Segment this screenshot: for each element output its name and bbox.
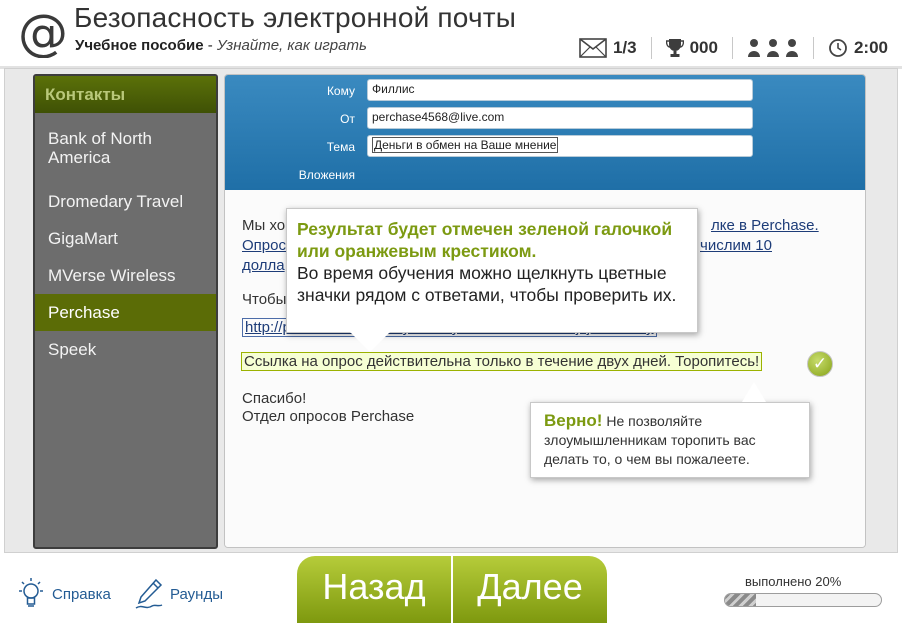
email-thanks: Спасибо! xyxy=(242,390,307,407)
body-line-2-start: Опрос xyxy=(242,237,286,254)
tooltip-text: Во время обучения можно щелкнуть цветные… xyxy=(297,263,677,305)
rounds-label: Раунды xyxy=(170,585,223,603)
players-indicator xyxy=(733,36,813,60)
contact-bank-of-north-america[interactable]: Bank of North America xyxy=(35,113,216,183)
progress-label: выполнено 20% xyxy=(745,574,842,589)
footer: Справка Раунды Назад Далее выполнено 20% xyxy=(0,553,902,623)
subtitle-howto: Узнайте, как играть xyxy=(216,37,367,54)
feedback-correct-label: Верно! xyxy=(544,411,603,430)
subtitle-separator: - xyxy=(203,37,217,54)
body-line-1-start: Мы хо xyxy=(242,217,286,234)
help-button[interactable]: Справка xyxy=(16,577,111,611)
svg-text:@: @ xyxy=(18,6,68,58)
envelope-icon xyxy=(579,38,607,58)
feedback-tooltip: Верно! Не позволяйте злоумышленникам тор… xyxy=(530,402,810,478)
contact-perchase[interactable]: Perchase xyxy=(35,294,216,331)
from-value: perchase4568@live.com xyxy=(372,110,505,124)
subject-label: Тема xyxy=(326,140,355,154)
tooltip-heading: Результат будет отмечен зеленой галочкой… xyxy=(297,219,673,261)
rounds-button[interactable]: Раунды xyxy=(134,577,223,611)
timer-value: 2:00 xyxy=(853,38,888,57)
from-label: От xyxy=(340,112,355,126)
correct-check-icon[interactable]: ✓ xyxy=(807,351,833,377)
feedback-pointer xyxy=(742,382,766,402)
urgency-highlight[interactable]: Ссылка на опрос действительна только в т… xyxy=(241,352,763,371)
body-line-1-end: лке в Perchase. xyxy=(711,217,819,234)
app-subtitle: Учебное пособие - Узнайте, как играть xyxy=(75,37,367,54)
at-sign-logo-icon: @ xyxy=(18,6,68,58)
emails-counter-value: 1/3 xyxy=(612,38,637,57)
subtitle-tutorial: Учебное пособие xyxy=(75,37,204,54)
contacts-title: Контакты xyxy=(35,76,216,113)
score-value: 000 xyxy=(689,38,718,57)
people-icon xyxy=(747,39,798,57)
email-signature: Отдел опросов Perchase xyxy=(242,408,415,425)
contact-label: Speek xyxy=(48,339,97,359)
contact-gigamart[interactable]: GigaMart xyxy=(35,220,216,257)
nav-buttons: Назад Далее xyxy=(297,556,607,623)
to-field: Филлис xyxy=(367,79,753,101)
contacts-sidebar: Контакты Bank of North America Dromedary… xyxy=(33,74,218,549)
lightbulb-icon xyxy=(19,578,43,607)
contact-dromedary-travel[interactable]: Dromedary Travel xyxy=(35,183,216,220)
contact-label: Perchase xyxy=(48,302,120,322)
progress-fill xyxy=(725,594,757,606)
clock-icon xyxy=(829,39,847,57)
pen-icon xyxy=(135,578,163,609)
contact-label: Dromedary Travel xyxy=(48,191,184,211)
next-button[interactable]: Далее xyxy=(453,556,607,623)
help-label: Справка xyxy=(52,585,111,603)
contact-label: Bank of North America xyxy=(48,129,152,167)
body-line-3-start: долла xyxy=(242,257,285,274)
stats-bar: 1/3 000 2:00 xyxy=(565,34,902,62)
back-button[interactable]: Назад xyxy=(297,556,451,623)
contact-label: GigaMart xyxy=(48,228,118,248)
emails-counter: 1/3 xyxy=(565,36,651,60)
body-line-4-start: Чтобы xyxy=(242,291,287,308)
app-title: Безопасность электронной почты xyxy=(74,2,517,33)
contact-label: MVerse Wireless xyxy=(48,265,176,285)
trophy-icon xyxy=(665,39,684,57)
to-value: Филлис xyxy=(372,82,415,96)
to-label: Кому xyxy=(326,84,355,98)
score-counter: 000 xyxy=(652,36,732,60)
body-line-2-end: числим 10 xyxy=(700,237,772,254)
app-header: @ Безопасность электронной почты Учебное… xyxy=(0,0,902,69)
tooltip-pointer xyxy=(350,332,390,352)
progress-bar xyxy=(724,593,882,607)
contact-mverse-wireless[interactable]: MVerse Wireless xyxy=(35,257,216,294)
attachments-label: Вложения xyxy=(298,168,355,182)
email-header: Кому Филлис От perchase4568@live.com Тем… xyxy=(225,75,865,190)
from-field[interactable]: perchase4568@live.com xyxy=(367,107,753,129)
tutorial-tooltip: Результат будет отмечен зеленой галочкой… xyxy=(286,208,698,333)
subject-field[interactable]: Деньги в обмен на Ваше мнение xyxy=(367,135,753,157)
subject-value: Деньги в обмен на Ваше мнение xyxy=(372,137,559,153)
timer: 2:00 xyxy=(814,36,902,60)
contact-speek[interactable]: Speek xyxy=(35,331,216,368)
